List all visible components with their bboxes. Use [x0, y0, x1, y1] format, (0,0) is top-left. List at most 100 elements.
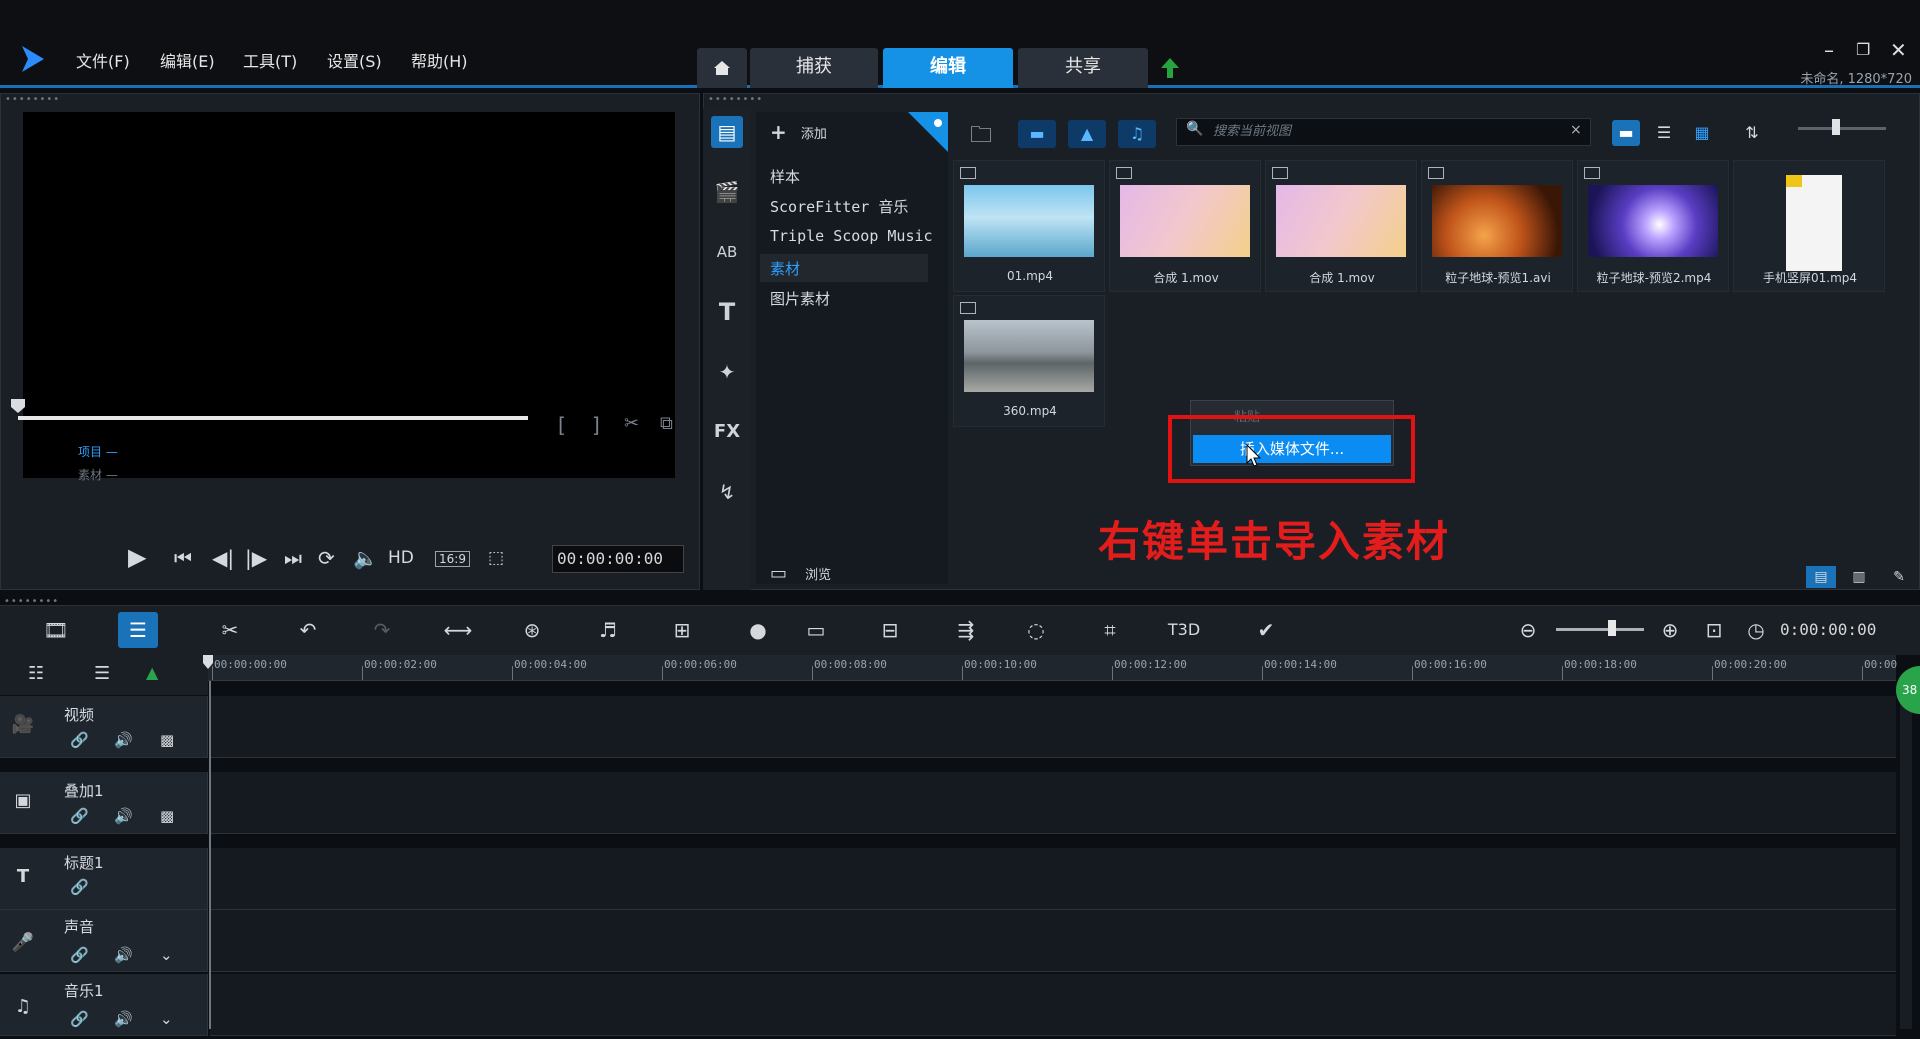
- folder-materials[interactable]: 素材: [770, 258, 800, 279]
- expand-icon[interactable]: ⌄: [160, 1010, 173, 1028]
- motion-tracking-icon[interactable]: ⊞: [662, 612, 702, 648]
- zoom-in-icon[interactable]: ⊕: [1650, 612, 1690, 648]
- home-tab[interactable]: [697, 48, 747, 88]
- storyboard-view-icon[interactable]: 🎞: [36, 612, 76, 648]
- mute-icon[interactable]: 🔊: [114, 731, 133, 749]
- media-item[interactable]: 粒子地球-预览1.avi: [1421, 160, 1573, 292]
- timeline-zoom-slider[interactable]: [1556, 628, 1644, 631]
- enlarge-preview-icon[interactable]: ⧉: [660, 413, 673, 434]
- mask-creator-icon[interactable]: ●: [738, 612, 778, 648]
- timeline-view-icon[interactable]: ☰: [118, 612, 158, 648]
- panel-layout-icon[interactable]: ▥: [1844, 566, 1874, 588]
- auto-music-icon[interactable]: ♬: [588, 612, 628, 648]
- enable-ripple-icon[interactable]: ▲: [146, 663, 158, 682]
- split-clip-icon[interactable]: ✂: [624, 413, 639, 434]
- expand-icon[interactable]: ⌄: [160, 946, 173, 964]
- add-folder-button[interactable]: + 添加: [770, 120, 827, 144]
- zoom-out-icon[interactable]: ⊖: [1508, 612, 1548, 648]
- filter-audio-icon[interactable]: ♫: [1118, 120, 1156, 148]
- filter-video-icon[interactable]: ▬: [1018, 120, 1056, 148]
- thumbnail-view-icon[interactable]: ▬: [1612, 120, 1640, 146]
- link-icon[interactable]: 🔗: [70, 1010, 89, 1028]
- link-icon[interactable]: 🔗: [70, 878, 89, 896]
- menu-help[interactable]: 帮助(H): [411, 48, 468, 72]
- media-item[interactable]: 360.mp4: [953, 295, 1105, 427]
- multi-camera-icon[interactable]: ⊟: [870, 612, 910, 648]
- media-item[interactable]: 01.mp4: [953, 160, 1105, 292]
- menu-tools[interactable]: 工具(T): [243, 48, 297, 72]
- panel-grip[interactable]: ••••••••: [4, 597, 59, 607]
- panel-grip[interactable]: ••••••••: [5, 95, 60, 105]
- repeat-icon[interactable]: ⟳: [318, 546, 335, 570]
- preview-timecode[interactable]: 00:00:00:00: [552, 545, 684, 573]
- folder-samples[interactable]: 样本: [770, 166, 800, 187]
- browse-button[interactable]: ▭ 浏览: [770, 563, 831, 584]
- tab-edit[interactable]: 编辑: [883, 48, 1013, 88]
- ripple-edit-icon[interactable]: ▩: [160, 731, 174, 749]
- crop-icon[interactable]: ⬚: [488, 548, 504, 568]
- volume-icon[interactable]: 🔈: [353, 546, 378, 570]
- grid-view-icon[interactable]: ▦: [1688, 120, 1716, 146]
- folder-triple-scoop[interactable]: Triple Scoop Music: [770, 227, 933, 245]
- transition-icon[interactable]: AB: [711, 236, 743, 268]
- upload-icon[interactable]: [1160, 56, 1180, 80]
- mark-out-icon[interactable]: ]: [592, 413, 600, 437]
- title-icon[interactable]: T: [711, 296, 743, 328]
- mute-icon[interactable]: 🔊: [114, 807, 133, 825]
- redo-icon[interactable]: ↷: [362, 612, 402, 648]
- fit-timeline-icon[interactable]: ⊡: [1694, 612, 1734, 648]
- media-item[interactable]: 合成 1.mov: [1109, 160, 1261, 292]
- motion-path-icon[interactable]: ↯: [711, 476, 743, 508]
- track-lane-music[interactable]: [210, 974, 1896, 1036]
- media-item[interactable]: 粒子地球-预览2.mp4: [1577, 160, 1729, 292]
- tab-capture[interactable]: 捕获: [750, 48, 878, 88]
- panel-grip[interactable]: ••••••••: [708, 95, 763, 105]
- prev-frame-icon[interactable]: ◀|: [212, 546, 234, 570]
- list-view-icon[interactable]: ☰: [1650, 120, 1678, 146]
- ripple-edit-icon[interactable]: ▩: [160, 807, 174, 825]
- graphics-icon[interactable]: ✦: [711, 356, 743, 388]
- timeline-scrollbar[interactable]: [1900, 681, 1912, 1029]
- clip-mode-label[interactable]: 素材 —: [78, 466, 118, 483]
- split-screen-icon[interactable]: ⌗: [1090, 612, 1130, 648]
- track-lane-video[interactable]: [210, 696, 1896, 758]
- media-library-icon[interactable]: ▤: [711, 116, 743, 148]
- folder-scorefitter[interactable]: ScoreFitter 音乐: [770, 196, 908, 217]
- paint-creator-icon[interactable]: ◌: [1016, 612, 1056, 648]
- mute-icon[interactable]: 🔊: [114, 946, 133, 964]
- clear-search-icon[interactable]: ×: [1570, 122, 1582, 138]
- instant-project-icon[interactable]: 🎬: [711, 176, 743, 208]
- scrub-handle-icon[interactable]: [10, 398, 26, 414]
- media-item[interactable]: 合成 1.mov: [1265, 160, 1417, 292]
- pin-icon[interactable]: [908, 112, 948, 152]
- fit-project-icon[interactable]: ⟷: [438, 612, 478, 648]
- time-remapping-icon[interactable]: ⇶: [946, 612, 986, 648]
- show-library-icon[interactable]: ▤: [1806, 566, 1836, 588]
- link-icon[interactable]: 🔗: [70, 731, 89, 749]
- minimize-icon[interactable]: –: [1824, 38, 1834, 62]
- record-capture-icon[interactable]: ⊛: [512, 612, 552, 648]
- sort-icon[interactable]: ⇅: [1738, 120, 1766, 146]
- track-lane-voice[interactable]: [210, 910, 1896, 972]
- thumbnail-size-slider[interactable]: [1798, 127, 1886, 130]
- timeline-timecode[interactable]: 0:00:00:00: [1780, 617, 1908, 643]
- menu-edit[interactable]: 编辑(E): [160, 48, 215, 72]
- go-start-icon[interactable]: ⏮: [174, 546, 192, 570]
- batch-convert-icon[interactable]: ✔: [1246, 612, 1286, 648]
- track-lane-overlay[interactable]: [210, 772, 1896, 834]
- add-remove-chapter-icon[interactable]: ☰: [94, 663, 110, 684]
- track-lane-title[interactable]: [210, 848, 1896, 910]
- link-icon[interactable]: 🔗: [70, 807, 89, 825]
- edit-panel-icon[interactable]: ✎: [1884, 566, 1914, 588]
- thumbnail-size-knob[interactable]: [1832, 119, 1840, 135]
- hd-toggle[interactable]: HD: [388, 548, 414, 568]
- subtitle-editor-icon[interactable]: ▭: [796, 612, 836, 648]
- next-frame-icon[interactable]: |▶: [245, 546, 267, 570]
- 3d-title-icon[interactable]: T3D: [1164, 612, 1204, 648]
- menu-settings[interactable]: 设置(S): [327, 48, 382, 72]
- playhead-icon[interactable]: [202, 654, 214, 670]
- import-folder-icon[interactable]: 🗀: [970, 118, 992, 156]
- undo-icon[interactable]: ↶: [288, 612, 328, 648]
- tab-share[interactable]: 共享: [1018, 48, 1148, 88]
- project-mode-label[interactable]: 项目 —: [78, 443, 118, 460]
